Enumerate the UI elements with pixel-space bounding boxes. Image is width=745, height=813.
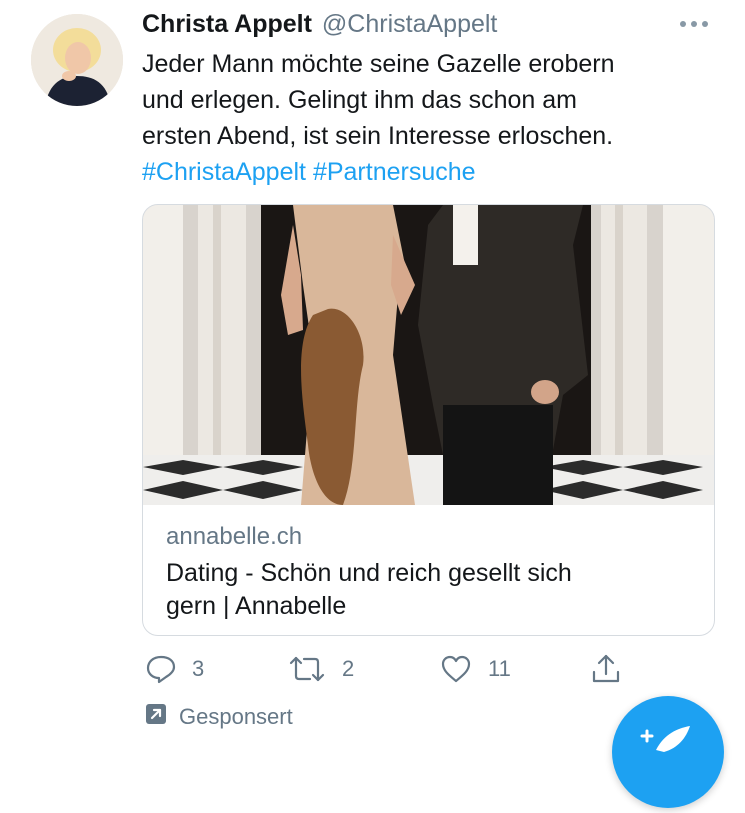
more-icon[interactable] (677, 12, 711, 36)
hashtag-line: #ChristaAppelt #Partnersuche (142, 154, 722, 190)
promoted-label[interactable]: Gesponsert (145, 702, 293, 732)
avatar[interactable] (31, 14, 123, 106)
hashtag-link[interactable]: #ChristaAppelt (142, 158, 306, 186)
link-card[interactable]: annabelle.ch Dating - Schön und reich ge… (142, 204, 715, 636)
card-title: Dating - Schön und reich gesellt sich ge… (166, 557, 696, 623)
card-title-line: Dating - Schön und reich gesellt sich (166, 559, 572, 587)
share-button[interactable] (590, 648, 622, 690)
author-handle[interactable]: @ChristaAppelt (322, 10, 497, 39)
retweet-icon (289, 656, 325, 682)
tweet-text-line: ersten Abend, ist sein Interesse erlosch… (142, 122, 614, 150)
compose-icon (640, 726, 690, 752)
tweet-text: Jeder Mann möchte seine Gazelle erobern … (142, 46, 722, 190)
tweet-header: Christa Appelt @ChristaAppelt (142, 10, 725, 44)
tweet-text-line: Jeder Mann möchte seine Gazelle erobern (142, 50, 615, 78)
share-icon (592, 654, 620, 683)
promoted-text: Gesponsert (179, 704, 293, 729)
reply-button[interactable]: 3 (146, 648, 204, 690)
action-bar: 3 2 11 (142, 648, 642, 690)
like-icon (441, 655, 471, 683)
card-title-line: gern | Annabelle (166, 592, 347, 620)
like-button[interactable]: 11 (440, 648, 511, 690)
reply-icon (146, 655, 176, 684)
tweet-text-line: und erlegen. Gelingt ihm das schon am (142, 86, 577, 114)
like-count: 11 (488, 656, 511, 681)
floor-pattern (143, 455, 714, 505)
card-domain: annabelle.ch (166, 523, 303, 550)
avatar-photo (31, 14, 123, 106)
reply-count: 3 (192, 656, 205, 681)
retweet-button[interactable]: 2 (288, 648, 354, 690)
retweet-count: 2 (342, 656, 355, 681)
author-name[interactable]: Christa Appelt (142, 10, 312, 39)
compose-button[interactable] (612, 696, 724, 808)
promoted-arrow-icon (145, 703, 167, 731)
card-image (143, 205, 714, 505)
hashtag-link[interactable]: #Partnersuche (313, 158, 476, 186)
